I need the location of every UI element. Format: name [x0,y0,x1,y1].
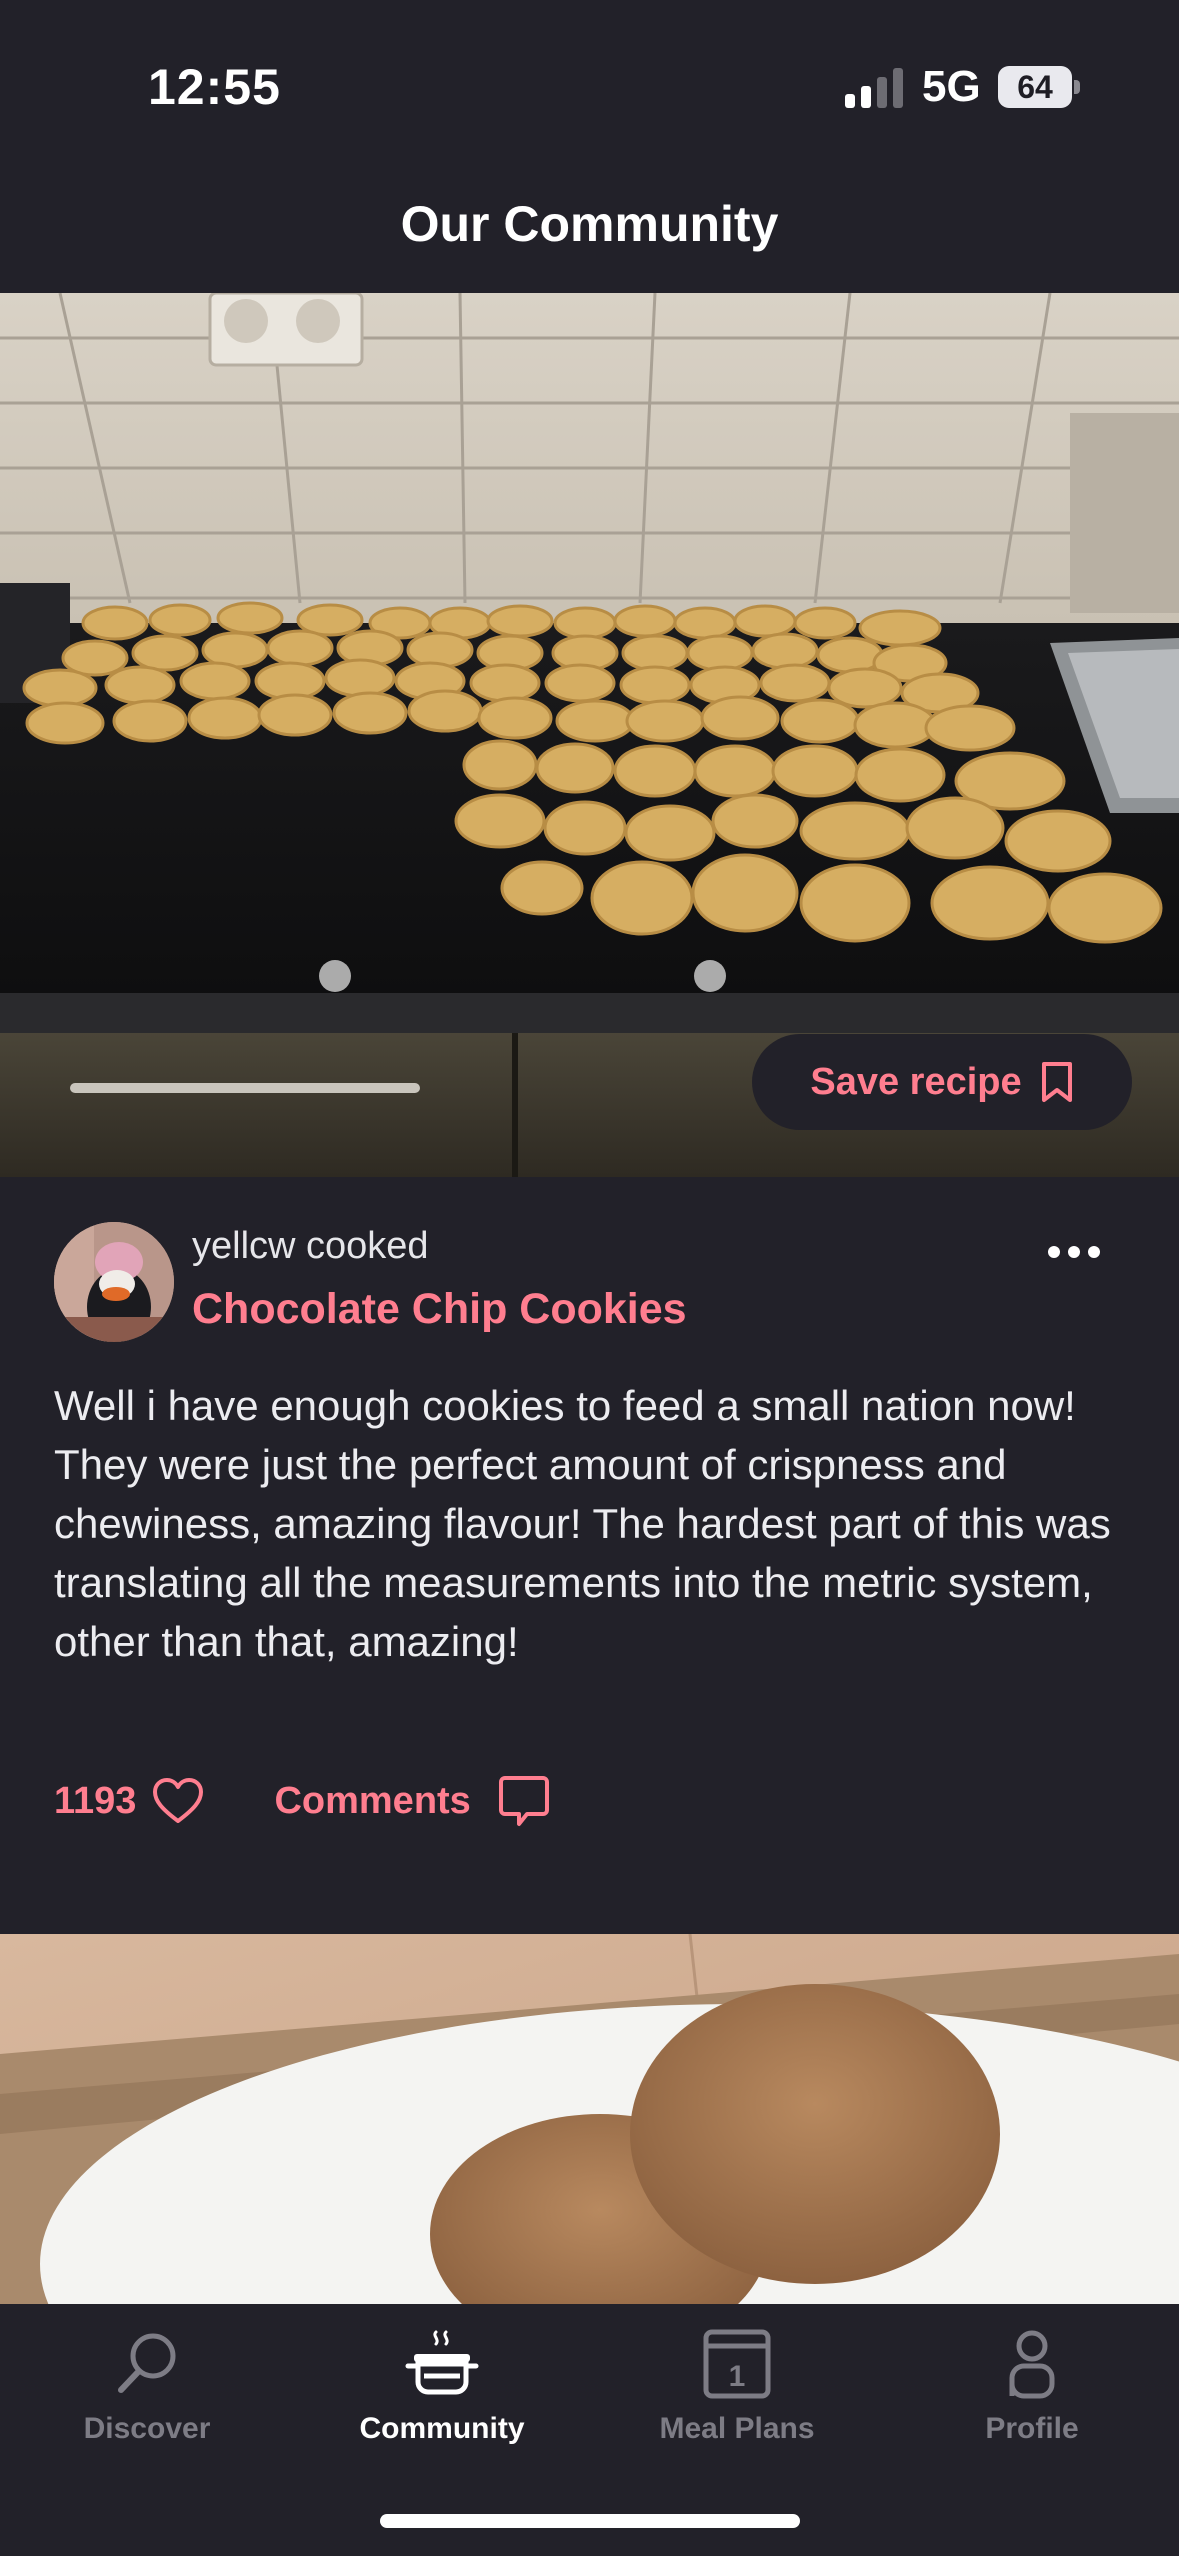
post-text: Well i have enough cookies to feed a sma… [54,1382,1111,1665]
home-indicator[interactable] [380,2514,800,2528]
comment-icon[interactable] [497,1774,551,1828]
page-title: Our Community [400,196,779,252]
avatar-image [54,1222,174,1342]
svg-text:1: 1 [729,2360,746,2393]
save-recipe-label: Save recipe [810,1060,1022,1103]
calendar-icon: 1 [703,2329,771,2399]
battery-level: 64 [1017,69,1053,105]
tab-label: Discover [83,2412,211,2445]
comments-button[interactable]: Comments [274,1780,470,1823]
signal-icon [845,68,903,108]
tab-label: Meal Plans [659,2412,815,2445]
recipe-title-link[interactable]: Chocolate Chip Cookies [192,1285,687,1334]
network-type: 5G [922,62,981,111]
author-line[interactable]: yellcw cooked [192,1225,429,1268]
search-icon [118,2333,176,2393]
tab-label: Community [359,2412,525,2445]
tab-community[interactable]: Community [322,2304,562,2464]
battery-icon: 64 [998,66,1080,108]
like-count[interactable]: 1193 [54,1780,136,1823]
status-bar: 12:55 5G 64 [0,0,1179,170]
snickerdoodles-photo [0,1934,1179,2304]
status-time: 12:55 [148,59,281,115]
cooking-pot-icon [405,2330,479,2395]
person-icon [1009,2330,1055,2399]
tab-meal-plans[interactable]: 1 Meal Plans [617,2304,857,2464]
save-recipe-button[interactable]: Save recipe [752,1034,1132,1130]
post-actions: 1193 Comments [54,1770,551,1832]
more-options-icon[interactable] [1046,1242,1102,1262]
tab-label: Profile [985,2412,1079,2445]
next-post-photo[interactable] [0,1934,1179,2304]
bookmark-icon [1041,1062,1072,1102]
heart-icon[interactable] [152,1777,204,1825]
tab-discover[interactable]: Discover [27,2304,267,2464]
tab-profile[interactable]: Profile [912,2304,1152,2464]
avatar[interactable] [54,1222,174,1342]
